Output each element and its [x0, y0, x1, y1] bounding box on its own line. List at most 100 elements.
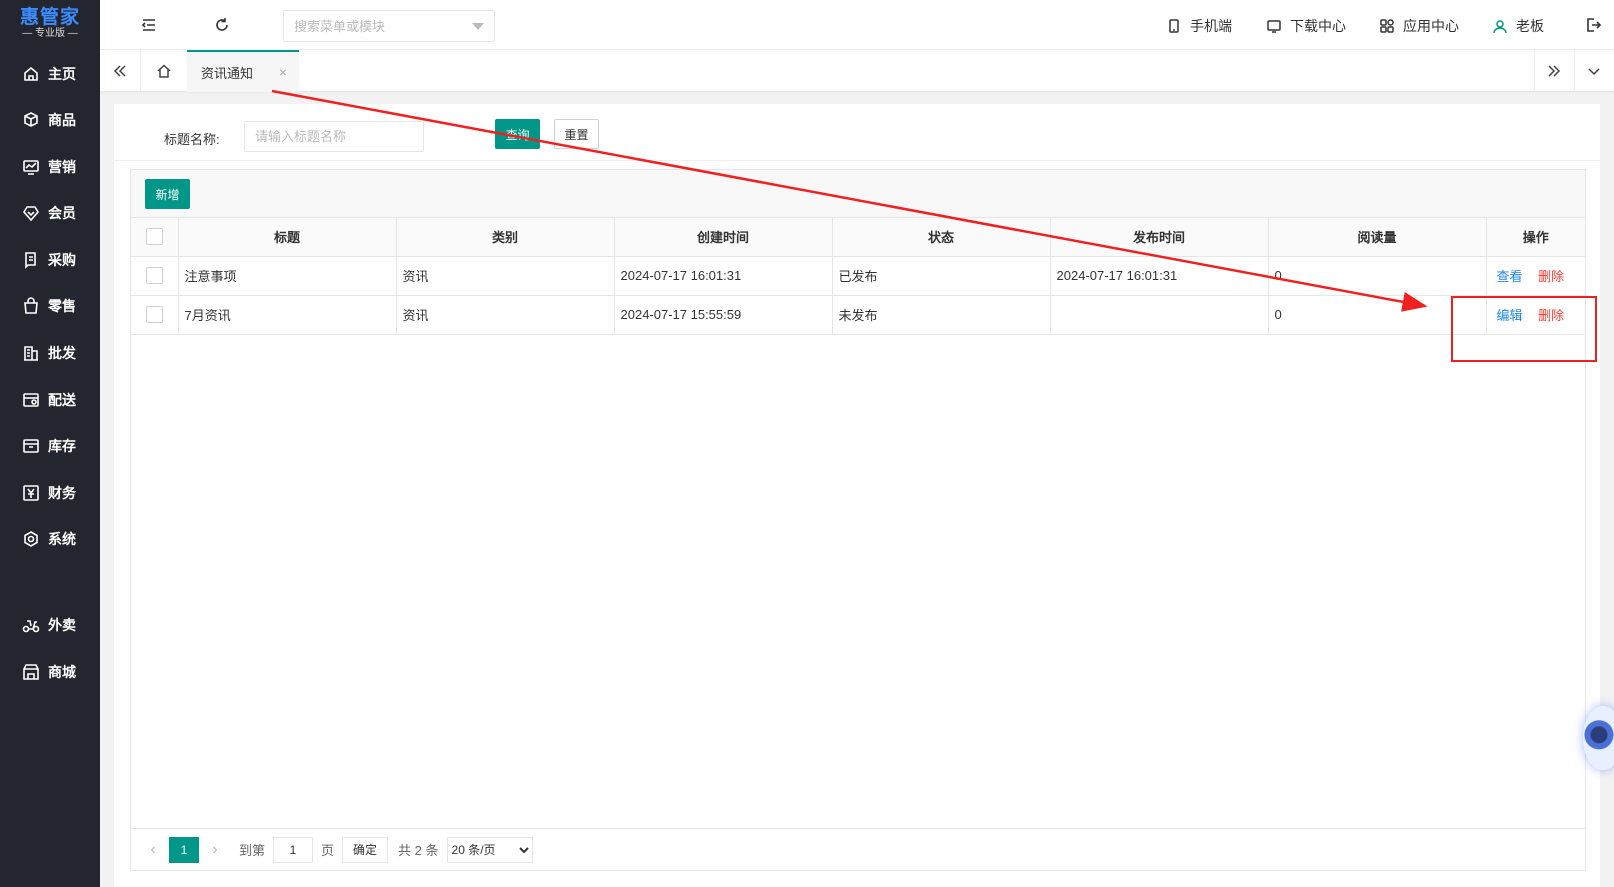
building-icon	[22, 344, 40, 362]
download-center-label: 下载中心	[1290, 18, 1346, 34]
sidebar-item-members[interactable]: 会员	[0, 193, 100, 233]
app-center-label: 应用中心	[1403, 18, 1459, 34]
column-header-created[interactable]: 创建时间	[614, 218, 833, 257]
sidebar-item-system[interactable]: 系统	[0, 519, 100, 559]
select-all-cell	[131, 218, 179, 257]
app-center-link[interactable]: 应用中心	[1379, 16, 1459, 36]
cell-actions: 编辑 删除	[1486, 295, 1585, 335]
cell-status: 未发布	[832, 295, 1051, 335]
reset-button[interactable]: 重置	[554, 119, 599, 149]
column-header-status[interactable]: 状态	[832, 218, 1051, 257]
content-panel: 标题名称: 查询 重置 新增 标题 类别 创建时间 状态 发布时间 阅读量 操作	[114, 104, 1600, 887]
logo-subtitle: — 专业版 —	[22, 28, 78, 39]
document-icon	[22, 251, 40, 269]
table-toolbar: 新增	[131, 170, 1585, 218]
edit-link[interactable]: 编辑	[1497, 308, 1523, 323]
sidebar-item-label: 批发	[48, 345, 76, 361]
home-tab-icon[interactable]	[140, 50, 187, 92]
tabs-scroll-right-icon[interactable]	[1534, 50, 1574, 92]
table-header-row: 标题 类别 创建时间 状态 发布时间 阅读量 操作	[131, 218, 1585, 257]
refresh-icon[interactable]	[212, 15, 232, 35]
table-row: 7月资讯 资讯 2024-07-17 15:55:59 未发布 0 编辑 删除	[131, 295, 1585, 335]
sidebar-item-label: 商品	[48, 112, 76, 128]
goto-page-input[interactable]	[273, 836, 314, 863]
sidebar-item-products[interactable]: 商品	[0, 100, 100, 140]
view-link[interactable]: 查看	[1497, 269, 1523, 284]
sidebar-item-delivery[interactable]: 配送	[0, 380, 100, 420]
column-header-category[interactable]: 类别	[396, 218, 615, 257]
chevron-down-icon[interactable]	[472, 23, 484, 30]
row-checkbox[interactable]	[145, 267, 163, 285]
collapse-menu-icon[interactable]	[139, 15, 159, 35]
cell-created: 2024-07-17 16:01:31	[614, 256, 833, 296]
pagination: ‹ 1 › 到第 页 确定 共 2 条 20 条/页	[131, 828, 1585, 870]
row-checkbox[interactable]	[145, 306, 163, 324]
column-header-title[interactable]: 标题	[178, 218, 397, 257]
query-button[interactable]: 查询	[495, 119, 540, 149]
user-menu[interactable]: 老板	[1492, 16, 1544, 36]
sidebar-item-takeout[interactable]: 外卖	[0, 605, 100, 645]
news-table: 新增 标题 类别 创建时间 状态 发布时间 阅读量 操作 注意事项 资讯 202…	[130, 169, 1586, 871]
sidebar-item-label: 库存	[48, 438, 76, 454]
menu-search-select[interactable]	[283, 10, 495, 42]
sidebar-item-label: 商城	[48, 664, 76, 680]
sidebar-item-inventory[interactable]: 库存	[0, 426, 100, 466]
tabs-scroll-left-icon[interactable]	[100, 50, 140, 92]
sidebar-item-label: 系统	[48, 531, 76, 547]
sidebar-item-purchase[interactable]: 采购	[0, 240, 100, 280]
sidebar-item-marketing[interactable]: 营销	[0, 147, 100, 187]
page-size-select[interactable]: 20 条/页	[446, 836, 533, 863]
sidebar-item-wholesale[interactable]: 批发	[0, 333, 100, 373]
goto-label: 到第	[239, 843, 266, 858]
menu-search-input[interactable]	[284, 11, 464, 41]
warehouse-icon	[22, 437, 40, 455]
tab-news-notice[interactable]: 资讯通知 ×	[187, 50, 299, 92]
sidebar-item-label: 会员	[48, 205, 76, 221]
close-icon[interactable]: ×	[279, 64, 287, 80]
tab-bar: 资讯通知 ×	[100, 50, 1614, 92]
sidebar-item-home[interactable]: 主页	[0, 54, 100, 94]
prev-page-icon[interactable]: ‹	[143, 837, 163, 863]
user-name: 老板	[1516, 18, 1544, 34]
diamond-icon	[22, 204, 40, 222]
yen-icon	[22, 484, 40, 502]
delete-link[interactable]: 删除	[1538, 308, 1564, 323]
column-header-reads[interactable]: 阅读量	[1268, 218, 1487, 257]
logo[interactable]: 惠管家 — 专业版 —	[0, 0, 100, 48]
sidebar-item-label: 零售	[48, 298, 76, 314]
cell-published	[1050, 295, 1269, 335]
sidebar-item-retail[interactable]: 零售	[0, 286, 100, 326]
data-table: 标题 类别 创建时间 状态 发布时间 阅读量 操作 注意事项 资讯 2024-0…	[131, 218, 1585, 335]
title-search-input[interactable]	[244, 121, 424, 152]
apps-icon	[1380, 19, 1394, 33]
sidebar-item-mall[interactable]: 商城	[0, 652, 100, 692]
delivery-icon	[22, 391, 40, 409]
top-header: 手机端 下载中心 应用中心 老板	[100, 0, 1614, 50]
tab-label: 资讯通知	[201, 65, 254, 81]
sidebar-item-label: 主页	[48, 66, 76, 82]
cell-category: 资讯	[396, 256, 615, 296]
goto-confirm-button[interactable]: 确定	[342, 836, 389, 863]
sidebar-item-finance[interactable]: 财务	[0, 473, 100, 513]
tabs-menu-chevron-down-icon[interactable]	[1574, 50, 1614, 92]
column-header-published[interactable]: 发布时间	[1050, 218, 1269, 257]
download-center-link[interactable]: 下载中心	[1266, 16, 1346, 36]
cell-title: 注意事项	[178, 256, 397, 296]
scooter-icon	[22, 616, 40, 634]
chart-icon	[22, 158, 40, 176]
row-select-cell	[131, 295, 179, 335]
mobile-link-label: 手机端	[1190, 18, 1232, 34]
next-page-icon[interactable]: ›	[205, 837, 225, 863]
page-1-button[interactable]: 1	[169, 836, 199, 863]
title-filter-label: 标题名称:	[164, 132, 220, 147]
add-button[interactable]: 新增	[145, 179, 190, 209]
cell-status: 已发布	[832, 256, 1051, 296]
mobile-link[interactable]: 手机端	[1166, 16, 1232, 36]
sidebar-item-label: 配送	[48, 392, 76, 408]
cell-actions: 查看 删除	[1486, 256, 1585, 296]
logout-icon[interactable]	[1584, 15, 1604, 35]
cell-category: 资讯	[396, 295, 615, 335]
delete-link[interactable]: 删除	[1538, 269, 1564, 284]
row-select-cell	[131, 256, 179, 296]
select-all-checkbox[interactable]	[145, 228, 163, 246]
